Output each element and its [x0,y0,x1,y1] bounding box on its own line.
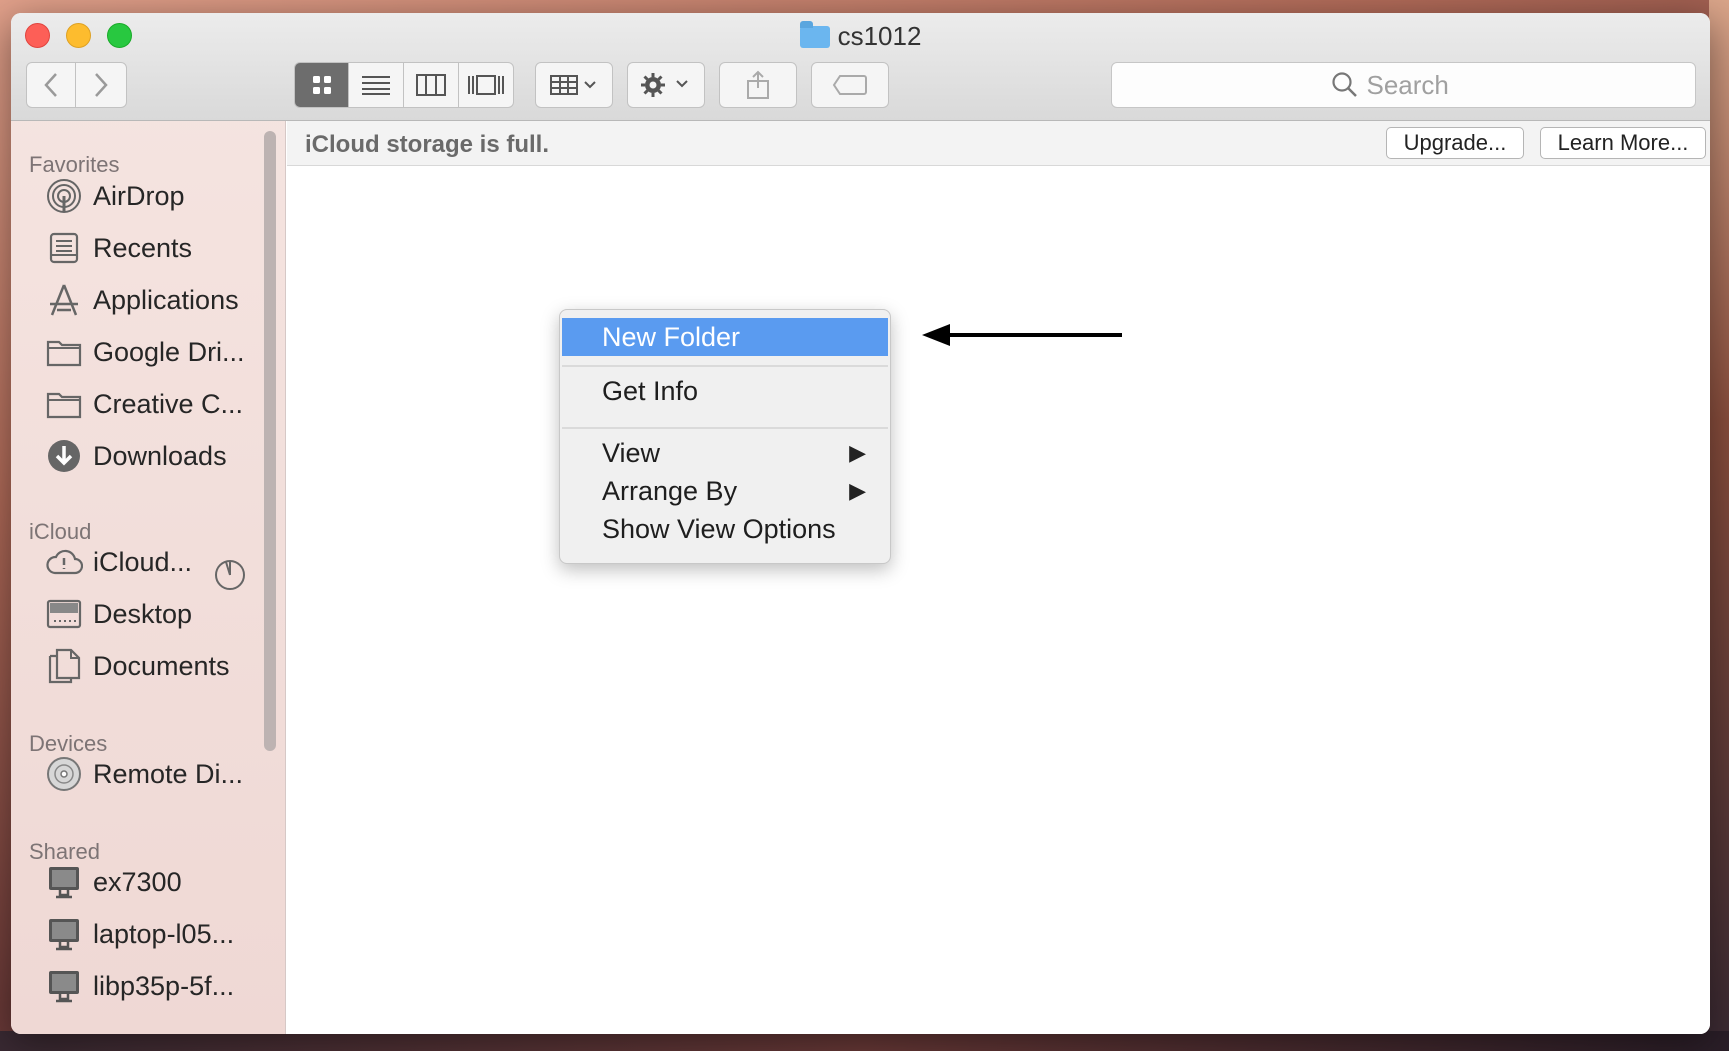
menu-separator [562,427,888,429]
disc-icon [45,755,83,793]
forward-button[interactable] [75,62,127,108]
applications-icon [45,281,83,319]
sidebar-item-libp35p[interactable]: libp35p-5f... [45,965,265,1007]
submenu-arrow-icon: ▶ [849,440,866,465]
airdrop-icon [45,177,83,215]
computer-icon [45,863,83,901]
grid-icon [312,76,331,94]
back-button[interactable] [26,62,76,108]
sidebar-item-google-drive[interactable]: Google Dri... [45,331,265,373]
sidebar-item-airdrop[interactable]: AirDrop [45,175,265,217]
window-title-text: cs1012 [837,21,922,51]
menu-item-label: Show View Options [602,513,836,544]
gallery-view-button[interactable] [459,62,514,108]
menu-item-view[interactable]: View ▶ [562,434,888,472]
sidebar-scrollbar[interactable] [264,131,276,751]
sidebar-item-label: Recents [93,232,193,263]
folder-icon [45,333,83,371]
sidebar-item-label: Documents [93,650,230,681]
sidebar-item-label: Desktop [93,598,193,629]
icon-view-button[interactable] [294,62,349,108]
sidebar: Favorites AirDrop Recents Applications G… [11,121,286,1034]
recents-icon [45,229,83,267]
submenu-arrow-icon: ▶ [849,478,866,503]
sidebar-item-label: Creative C... [93,388,244,419]
sidebar-item-documents[interactable]: Documents [45,645,265,687]
downloads-icon [45,437,83,475]
list-view-button[interactable] [349,62,404,108]
share-button[interactable] [719,62,797,108]
finder-window: cs1012 Search Favorites AirDrop Recents … [11,13,1710,1034]
action-menu-button[interactable] [627,62,705,108]
menu-item-label: New Folder [602,321,741,352]
gear-icon [641,73,688,97]
sidebar-item-creative-cloud[interactable]: Creative C... [45,383,265,425]
view-mode-segmented-control [294,62,514,108]
banner-message: iCloud storage is full. [305,131,550,158]
cloud-icon [45,543,83,581]
sidebar-item-label: ex7300 [93,866,182,897]
context-menu: New Folder Get Info View ▶ Arrange By ▶ Sh… [559,309,891,564]
group-icon [550,75,596,95]
sidebar-item-label: iCloud... [93,546,193,577]
desktop-background [1709,0,1729,1051]
menu-item-label: Arrange By [602,475,738,506]
title-bar: cs1012 [11,13,1710,121]
sidebar-item-ex7300[interactable]: ex7300 [45,861,265,903]
menu-item-label: View [602,437,661,468]
sidebar-item-label: AirDrop [93,180,185,211]
columns-icon [416,74,446,96]
menu-separator [562,365,888,367]
search-icon [1331,72,1357,97]
menu-item-show-view-options[interactable]: Show View Options [562,510,888,548]
sidebar-item-applications[interactable]: Applications [45,279,265,321]
folder-icon [799,21,830,48]
share-icon [747,70,769,99]
list-icon [362,76,390,95]
storage-progress-icon [214,559,246,591]
search-input[interactable] [1366,69,1477,101]
gallery-icon [468,75,504,95]
sidebar-item-desktop[interactable]: Desktop [45,593,265,635]
search-field[interactable] [1111,62,1696,108]
sidebar-item-label: Google Dri... [93,336,245,367]
computer-icon [45,915,83,953]
sidebar-item-laptop[interactable]: laptop-l05... [45,913,265,955]
desktop-background-bottom [0,1031,1729,1051]
window-title: cs1012 [11,21,1710,52]
tag-icon [832,75,867,95]
sidebar-item-label: Remote Di... [93,758,244,789]
column-view-button[interactable] [404,62,459,108]
sidebar-item-label: Downloads [93,440,227,471]
documents-icon [45,647,83,685]
sidebar-item-downloads[interactable]: Downloads [45,435,265,477]
menu-item-get-info[interactable]: Get Info [562,372,888,410]
tags-button[interactable] [811,62,889,108]
icloud-storage-banner: iCloud storage is full. Upgrade... Learn… [287,121,1710,166]
sidebar-item-remote-disc[interactable]: Remote Di... [45,753,265,795]
menu-item-arrange-by[interactable]: Arrange By ▶ [562,472,888,510]
upgrade-button[interactable]: Upgrade... [1386,127,1524,159]
folder-icon [45,385,83,423]
chevron-right-icon [95,73,108,97]
sidebar-item-recents[interactable]: Recents [45,227,265,269]
annotation-arrow-icon [922,324,1122,346]
menu-item-new-folder[interactable]: New Folder [562,318,888,356]
file-content-area[interactable] [287,167,1710,1034]
computer-icon [45,967,83,1005]
sidebar-item-label: Applications [93,284,239,315]
menu-item-label: Get Info [602,375,699,406]
chevron-left-icon [44,73,57,97]
sidebar-item-label: laptop-l05... [93,918,235,949]
group-by-button[interactable] [535,62,613,108]
desktop-icon [45,595,83,633]
sidebar-item-label: libp35p-5f... [93,970,235,1001]
learn-more-button[interactable]: Learn More... [1540,127,1706,159]
